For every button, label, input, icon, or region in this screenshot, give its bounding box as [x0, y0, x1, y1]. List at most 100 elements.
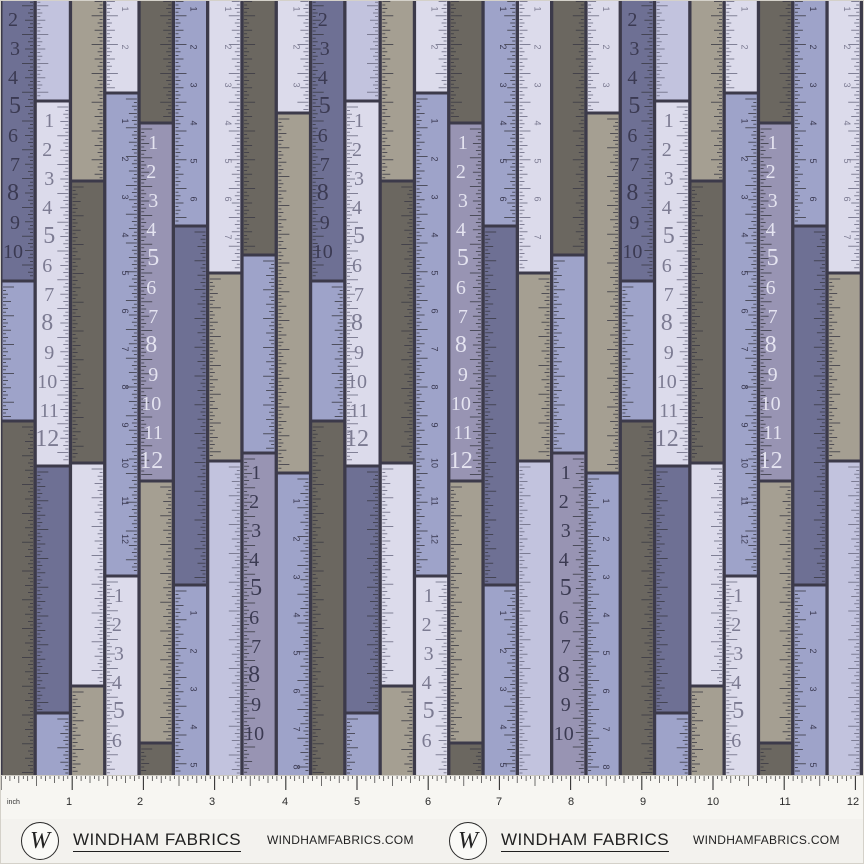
tape-strip [243, 256, 275, 452]
tape-strip [484, 227, 516, 584]
tape-number: 10 [622, 241, 642, 263]
tape-number: 7 [291, 726, 301, 731]
tape-number: 2 [498, 648, 508, 653]
tape-number: 6 [42, 255, 52, 277]
tape-number: 7 [458, 306, 468, 328]
tape-segment [691, 464, 723, 685]
tape-number: 10 [554, 723, 574, 745]
tape-number: 3 [424, 643, 434, 665]
tape-segment [2, 422, 34, 776]
tape-number: 3 [458, 190, 468, 212]
tape-number: 3 [223, 82, 233, 87]
tape-segment [346, 1, 379, 100]
tape-number: 1 [189, 610, 199, 615]
tape-number: 2 [601, 536, 611, 541]
tape-number: 5 [628, 93, 640, 119]
tape-number: 4 [189, 120, 199, 125]
tape-number: 8 [7, 180, 19, 206]
tape-number: 7 [561, 636, 571, 658]
tape-segment [140, 482, 172, 742]
tape-strip [36, 467, 69, 712]
tape-segment [519, 462, 550, 776]
tape-number: 4 [559, 549, 569, 571]
tape-number: 7 [148, 306, 158, 328]
fabric-swatch-frame: 1234567891012345678910111212123456789101… [0, 0, 864, 864]
tape-segment: 123456789101112 [449, 124, 482, 480]
tape-strip [72, 687, 104, 776]
tape-number: 7 [320, 154, 330, 176]
tape-number: 2 [291, 536, 301, 541]
tape-number: 1 [561, 462, 571, 484]
tape-segment: 1 2 3 4 5 6 [484, 1, 516, 225]
tape-number: 12 [345, 426, 369, 452]
tape-strip [553, 1, 585, 254]
tape-number: 2 [112, 614, 122, 636]
tape-number: 1 [498, 6, 508, 11]
tape-number: 4 [318, 67, 328, 89]
tape-number: 6 [112, 730, 122, 752]
tape-number: 3 [114, 643, 124, 665]
tape-number: 8 [145, 332, 157, 358]
tape-segment: 123456789101112 [106, 94, 138, 575]
tape-number: 4 [146, 219, 156, 241]
tape-number: 2 [430, 44, 440, 49]
tape-number: 4 [430, 232, 440, 237]
tape-strip [243, 1, 275, 254]
tape-segment: 1 2 3 4 5 6 [175, 1, 206, 225]
tape-number: 4 [627, 67, 637, 89]
tape-number: 7 [251, 636, 261, 658]
tape-number: 6 [627, 125, 637, 147]
tape-segment: 1 2 3 4 5 [175, 586, 206, 776]
tape-strip [277, 114, 309, 472]
tape-strip [656, 714, 689, 776]
tape-segment: 123456789101112 [35, 102, 69, 465]
tape-number: 10 [347, 371, 367, 393]
tape-number: 5 [9, 93, 21, 119]
tape-strip [175, 227, 206, 584]
tape-number: 8 [317, 180, 329, 206]
tape-number: 12 [35, 426, 59, 452]
tape-strip [140, 1, 172, 122]
tape-number: 5 [560, 575, 572, 601]
tape-number: 4 [42, 197, 52, 219]
tape-segment: 123456789101112 [655, 102, 689, 465]
tape-number: 2 [533, 44, 543, 49]
tape-segment: 1 2 3 4 5 6 7 [519, 1, 550, 272]
tape-number: 10 [141, 393, 161, 415]
tape-number: 6 [8, 125, 18, 147]
tape-number: 2 [291, 44, 301, 49]
tape-number: 6 [559, 607, 569, 629]
tape-number: 4 [422, 672, 432, 694]
tape-number: 7 [10, 154, 20, 176]
tape-segment: 1 2 3 4 5 6 7 8 9 10 [553, 454, 585, 776]
tape-number: 7 [601, 726, 611, 731]
tape-number: 6 [430, 308, 440, 313]
tape-number: 2 [627, 9, 637, 31]
tape-number: 10 [3, 241, 23, 263]
tape-segment: 1 2 3 4 5 6 7 8 9 10 [312, 1, 344, 280]
tape-strip [381, 182, 413, 462]
tape-segment [277, 114, 309, 472]
tape-number: 2 [601, 44, 611, 49]
tape-number: 3 [601, 574, 611, 579]
tape-number: 6 [120, 308, 130, 313]
tape-number: 3 [291, 574, 301, 579]
tape-number: 1 [424, 585, 434, 607]
tape-segment [450, 1, 482, 122]
tape-number: 8 [351, 310, 363, 336]
tape-strip [450, 1, 482, 122]
tape-number: 9 [354, 342, 364, 364]
tape-number: 3 [10, 38, 20, 60]
tape-strip [175, 1, 206, 225]
tape-number: 2 [8, 9, 18, 31]
tape-number: 2 [42, 139, 52, 161]
tape-number: 5 [189, 762, 199, 767]
tape-strip [519, 462, 550, 776]
tape-number: 1 [291, 498, 301, 503]
tape-number: 5 [353, 223, 365, 249]
tape-number: 12 [655, 426, 679, 452]
tape-number: 9 [458, 364, 468, 386]
tape-number: 10 [120, 458, 130, 468]
tape-strip [587, 114, 619, 472]
tape-number: 6 [291, 688, 301, 693]
